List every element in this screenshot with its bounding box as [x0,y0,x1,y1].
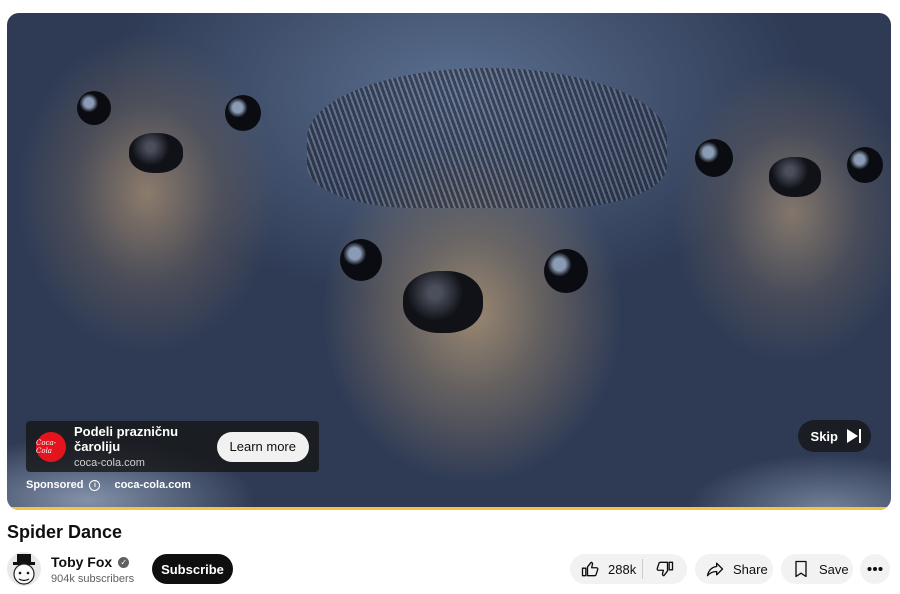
video-frame-eye [225,95,261,131]
subscriber-count: 904k subscribers [51,573,135,585]
like-button[interactable]: 288k [570,554,642,584]
ad-progress-bar[interactable] [7,507,891,510]
video-frame-nose [129,133,183,173]
more-actions-button[interactable] [860,554,890,584]
learn-more-button[interactable]: Learn more [216,431,309,462]
coca-cola-logo-icon[interactable]: Coca-Cola [36,431,66,462]
video-frame-eye [695,139,733,177]
ad-logo-text: Coca-Cola [36,438,57,455]
ad-domain[interactable]: coca-cola.com [74,457,217,469]
skip-icon [847,429,861,443]
thumbs-down-icon [656,561,674,577]
video-frame-eye [77,91,111,125]
video-frame-hedgehog-spikes [307,68,667,208]
verified-icon: ✓ [118,556,130,568]
more-icon [867,567,883,571]
ad-card[interactable]: Coca-Cola Podeli prazničnu čaroliju coca… [26,421,319,472]
share-button[interactable]: Share [695,554,773,584]
thumbs-up-icon [581,561,599,577]
sponsored-domain[interactable]: coca-cola.com [114,479,190,491]
video-frame-eye [340,239,382,281]
like-count: 288k [608,561,637,577]
avatar[interactable] [7,552,41,586]
save-icon [791,559,811,579]
share-label: Share [733,561,768,577]
avatar-drawing [13,554,35,585]
channel-name[interactable]: Toby Fox ✓ [51,554,130,570]
video-player[interactable]: Coca-Cola Podeli prazničnu čaroliju coca… [7,13,891,510]
video-title: Spider Dance [7,522,123,542]
save-button[interactable]: Save [781,554,853,584]
save-label: Save [819,561,849,577]
info-icon[interactable]: i [89,479,101,491]
channel-name-text[interactable]: Toby Fox [51,554,112,570]
skip-ad-button[interactable]: Skip [797,420,871,452]
sponsored-label: Sponsored [26,479,84,491]
ad-text: Podeli prazničnu čaroliju coca-cola.com [74,424,217,469]
ad-title[interactable]: Podeli prazničnu čaroliju [74,424,217,454]
dislike-button[interactable] [643,554,687,584]
video-frame-eye [847,147,883,183]
skip-label: Skip [810,428,838,444]
video-frame-nose [403,271,483,333]
subscribe-button[interactable]: Subscribe [152,554,233,584]
video-frame-nose [769,157,821,197]
like-dislike-bar: 288k [570,554,687,584]
share-icon [705,559,725,579]
video-frame-eye [544,249,588,293]
sponsored-row: Sponsored i coca-cola.com [26,479,191,491]
